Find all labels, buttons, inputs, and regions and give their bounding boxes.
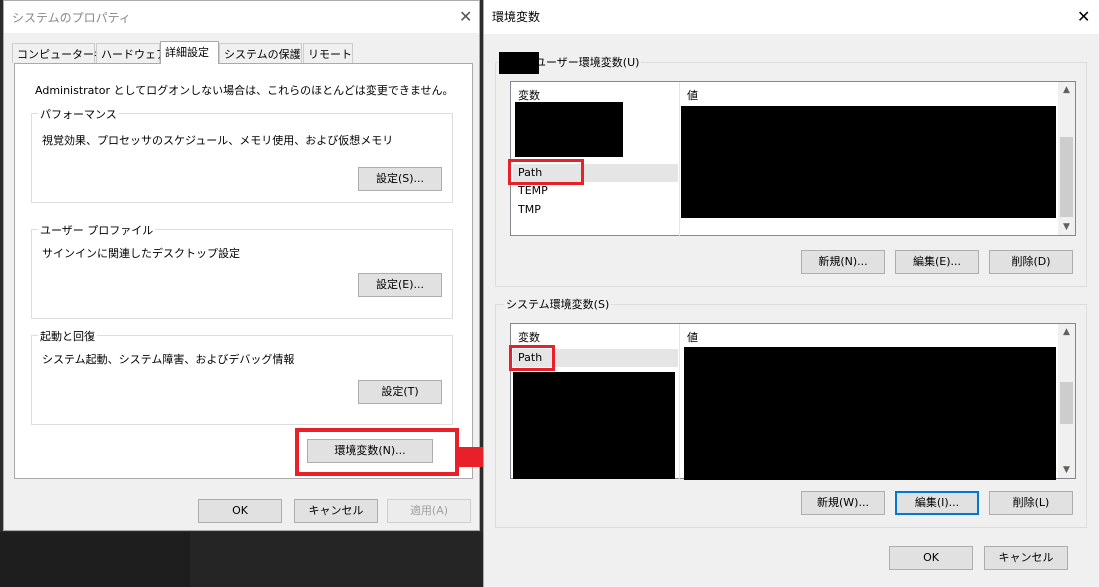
list-item-tmp[interactable]: TMP xyxy=(513,201,541,219)
user-profile-desc: サインインに関連したデスクトップ設定 xyxy=(42,247,240,260)
cancel-button[interactable]: キャンセル xyxy=(984,546,1068,570)
close-icon[interactable]: ✕ xyxy=(1077,7,1090,26)
system-new-button[interactable]: 新規(W)... xyxy=(801,491,885,515)
user-profile-settings-button[interactable]: 設定(E)... xyxy=(358,273,442,297)
highlight-env-button xyxy=(295,428,459,476)
redacted-username xyxy=(499,52,539,74)
column-divider xyxy=(679,82,680,237)
system-variables-list[interactable]: 変数 値 Path ▲ ▼ xyxy=(510,323,1076,480)
startup-legend: 起動と回復 xyxy=(38,328,97,344)
system-variables-legend: システム環境変数(S) xyxy=(504,296,612,312)
user-profile-group: ユーザー プロファイル サインインに関連したデスクトップ設定 設定(E)... xyxy=(31,222,453,319)
tab-hardware[interactable]: ハードウェア xyxy=(96,43,167,63)
scroll-thumb[interactable] xyxy=(1060,382,1073,424)
user-profile-legend: ユーザー プロファイル xyxy=(38,222,156,238)
title-bar: 環境変数 ✕ xyxy=(484,0,1099,34)
redacted-values xyxy=(681,106,1056,218)
startup-desc: システム起動、システム障害、およびデバッグ情報 xyxy=(42,353,295,366)
chevron-up-icon[interactable]: ▲ xyxy=(1058,327,1075,337)
chevron-up-icon[interactable]: ▲ xyxy=(1058,85,1075,95)
advanced-tab-panel: Administrator としてログオンしない場合は、これらのほとんどは変更で… xyxy=(14,63,473,479)
highlight-user-path xyxy=(508,159,584,185)
column-header-variable[interactable]: 変数 xyxy=(518,329,540,345)
column-header-value[interactable]: 値 xyxy=(687,87,698,103)
performance-group: パフォーマンス 視覚効果、プロセッサのスケジュール、メモリ使用、および仮想メモリ… xyxy=(31,106,453,203)
title-bar: システムのプロパティ ✕ xyxy=(4,1,479,33)
system-list-scrollbar[interactable]: ▲ ▼ xyxy=(1058,324,1075,478)
redacted-values xyxy=(684,347,1056,480)
startup-recovery-group: 起動と回復 システム起動、システム障害、およびデバッグ情報 設定(T) xyxy=(31,328,453,425)
performance-settings-button[interactable]: 設定(S)... xyxy=(358,167,442,191)
system-properties-window: システムのプロパティ ✕ コンピューター名 ハードウェア 詳細設定 システムの保… xyxy=(3,0,480,531)
user-list-scrollbar[interactable]: ▲ ▼ xyxy=(1058,82,1075,235)
startup-settings-button[interactable]: 設定(T) xyxy=(358,380,442,404)
desktop-background-block xyxy=(190,532,483,587)
tab-system-protection[interactable]: システムの保護 xyxy=(219,43,302,63)
redacted-variable-names xyxy=(515,102,623,157)
tab-computer-name[interactable]: コンピューター名 xyxy=(12,43,105,63)
environment-variables-window: 環境変数 ✕ のユーザー環境変数(U) 変数 値 Path TEMP TMP ▲… xyxy=(483,0,1099,587)
admin-note: Administrator としてログオンしない場合は、これらのほとんどは変更で… xyxy=(35,84,454,97)
window-title: システムのプロパティ xyxy=(12,11,131,25)
redacted-variable-names xyxy=(513,372,675,479)
user-delete-button[interactable]: 削除(D) xyxy=(989,250,1073,274)
performance-legend: パフォーマンス xyxy=(38,106,119,122)
close-icon[interactable]: ✕ xyxy=(459,7,472,26)
column-header-variable[interactable]: 変数 xyxy=(518,87,540,103)
user-variables-legend: のユーザー環境変数(U) xyxy=(522,54,642,70)
tab-advanced[interactable]: 詳細設定 xyxy=(160,41,219,64)
performance-desc: 視覚効果、プロセッサのスケジュール、メモリ使用、および仮想メモリ xyxy=(42,134,394,147)
ok-button[interactable]: OK xyxy=(889,546,973,570)
highlight-system-path xyxy=(509,345,555,371)
chevron-down-icon[interactable]: ▼ xyxy=(1058,222,1075,232)
tab-remote[interactable]: リモート xyxy=(303,43,353,63)
system-variables-group: システム環境変数(S) 変数 値 Path ▲ ▼ 新規(W)... 編集(I)… xyxy=(495,296,1087,528)
system-edit-button[interactable]: 編集(I)... xyxy=(895,491,979,515)
system-delete-button[interactable]: 削除(L) xyxy=(989,491,1073,515)
user-edit-button[interactable]: 編集(E)... xyxy=(895,250,979,274)
window-title: 環境変数 xyxy=(492,10,541,24)
ok-button[interactable]: OK xyxy=(198,499,282,523)
column-divider xyxy=(679,324,680,480)
column-header-value[interactable]: 値 xyxy=(687,329,698,345)
scroll-thumb[interactable] xyxy=(1060,137,1073,217)
cancel-button[interactable]: キャンセル xyxy=(294,499,378,523)
chevron-down-icon[interactable]: ▼ xyxy=(1058,465,1075,475)
user-variables-list[interactable]: 変数 値 Path TEMP TMP ▲ ▼ xyxy=(510,81,1076,237)
apply-button[interactable]: 適用(A) xyxy=(387,499,471,523)
user-new-button[interactable]: 新規(N)... xyxy=(801,250,885,274)
